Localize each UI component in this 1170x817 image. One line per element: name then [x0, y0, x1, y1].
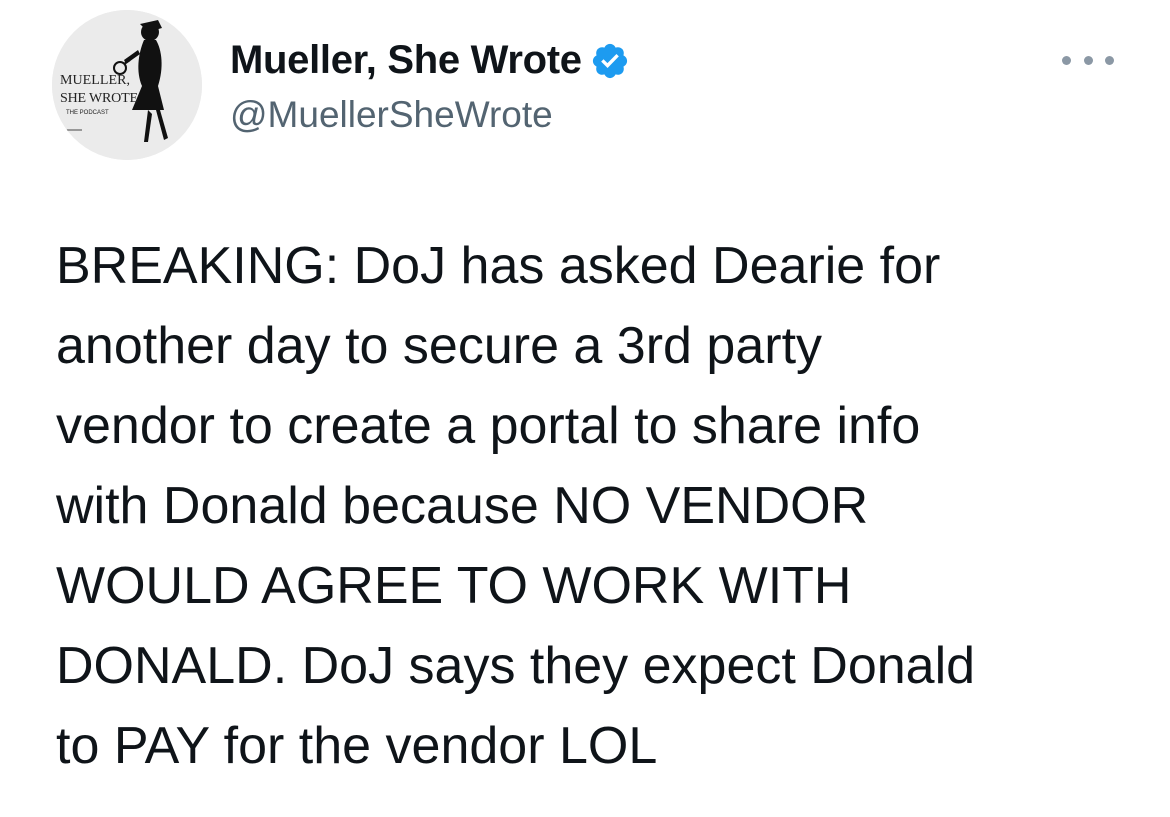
tweet-card: MUELLER, SHE WROTE THE PODCAST Mueller, …: [0, 0, 1170, 817]
avatar[interactable]: MUELLER, SHE WROTE THE PODCAST: [52, 10, 202, 160]
more-dot: [1062, 55, 1071, 65]
more-dot: [1105, 55, 1114, 65]
display-name-text: Mueller, She Wrote: [230, 38, 582, 82]
tweet-text-line: with Donald because NO VENDOR: [56, 477, 869, 535]
author-handle[interactable]: @MuellerSheWrote: [230, 94, 553, 136]
avatar-logo-text-1: MUELLER,: [60, 73, 130, 88]
verified-badge-icon: [590, 41, 630, 81]
tweet-text-line: another day to secure a 3rd party: [56, 317, 823, 375]
avatar-logo-text-2: SHE WROTE: [60, 91, 138, 106]
tweet-text-line: WOULD AGREE TO WORK WITH: [56, 557, 852, 615]
tweet-text-line: DONALD. DoJ says they expect Donald: [56, 637, 976, 695]
tweet-text-line: BREAKING: DoJ has asked Dearie for: [56, 237, 941, 295]
more-dot: [1083, 55, 1093, 65]
tweet-text-line: to PAY for the vendor LOL: [56, 717, 658, 775]
tweet-text: BREAKING: DoJ has asked Dearie for anoth…: [56, 226, 1136, 786]
avatar-logo-subtext: THE PODCAST: [66, 110, 109, 116]
more-options-icon[interactable]: [1062, 50, 1114, 70]
tweet-text-line: vendor to create a portal to share info: [56, 397, 921, 455]
author-display-name[interactable]: Mueller, She Wrote: [230, 38, 630, 83]
avatar-logo-icon: MUELLER, SHE WROTE THE PODCAST: [52, 10, 202, 160]
